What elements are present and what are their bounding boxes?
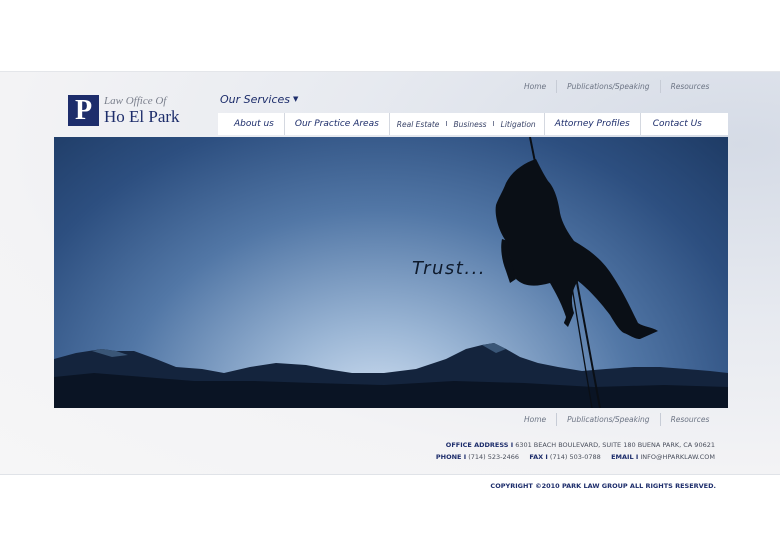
top-link-resources[interactable]: Resources (661, 82, 720, 91)
climber-silhouette-image (54, 137, 728, 408)
nav-contact-us[interactable]: Contact Us (641, 119, 712, 129)
top-link-home[interactable]: Home (514, 82, 556, 91)
email-link[interactable]: INFO@HPARKLAW.COM (640, 453, 715, 461)
main-nav: About us Our Practice Areas Real Estate … (218, 113, 728, 135)
phone-value: (714) 523-2466 (468, 453, 520, 461)
nav-litigation[interactable]: Litigation (497, 120, 544, 129)
office-address: OFFICE ADDRESS I 6301 BEACH BOULEVARD, S… (446, 441, 715, 449)
fax-value: (714) 503-0788 (549, 453, 601, 461)
logo-tagline: Law Office Of (104, 95, 167, 107)
email-label: EMAIL I (611, 453, 639, 461)
bottom-link-home[interactable]: Home (514, 415, 556, 424)
services-label: Our Services (220, 93, 291, 106)
nav-attorney-profiles[interactable]: Attorney Profiles (545, 119, 640, 129)
phone-label: PHONE I (435, 453, 467, 461)
copyright: COPYRIGHT ©2010 PARK LAW GROUP ALL RIGHT… (490, 482, 716, 490)
logo[interactable]: P Law Office Of Ho El Park (68, 95, 198, 131)
nav-business[interactable]: Business (450, 120, 491, 129)
office-address-value: 6301 BEACH BOULEVARD, SUITE 180 BUENA PA… (515, 441, 715, 449)
nav-about-us[interactable]: About us (218, 119, 284, 129)
top-utility-nav: Home Publications/Speaking Resources (514, 80, 719, 93)
nav-real-estate[interactable]: Real Estate (390, 120, 444, 129)
bottom-link-publications[interactable]: Publications/Speaking (557, 415, 659, 424)
caret-down-icon: ▼ (293, 95, 299, 103)
services-dropdown[interactable]: Our Services ▼ (220, 93, 298, 106)
contact-line: PHONE I (714) 523-2466 FAX I (714) 503-0… (436, 453, 715, 461)
logo-name: Ho El Park (104, 107, 180, 126)
bottom-utility-nav: Home Publications/Speaking Resources (514, 413, 719, 426)
top-link-publications[interactable]: Publications/Speaking (557, 82, 659, 91)
hero-banner (54, 137, 728, 408)
hero-tagline: Trust... (412, 258, 487, 279)
fax-label: FAX I (529, 453, 548, 461)
office-address-label: OFFICE ADDRESS I (445, 441, 514, 449)
nav-practice-areas[interactable]: Our Practice Areas (285, 119, 389, 129)
bottom-link-resources[interactable]: Resources (661, 415, 720, 424)
logo-mark: P (68, 95, 99, 126)
